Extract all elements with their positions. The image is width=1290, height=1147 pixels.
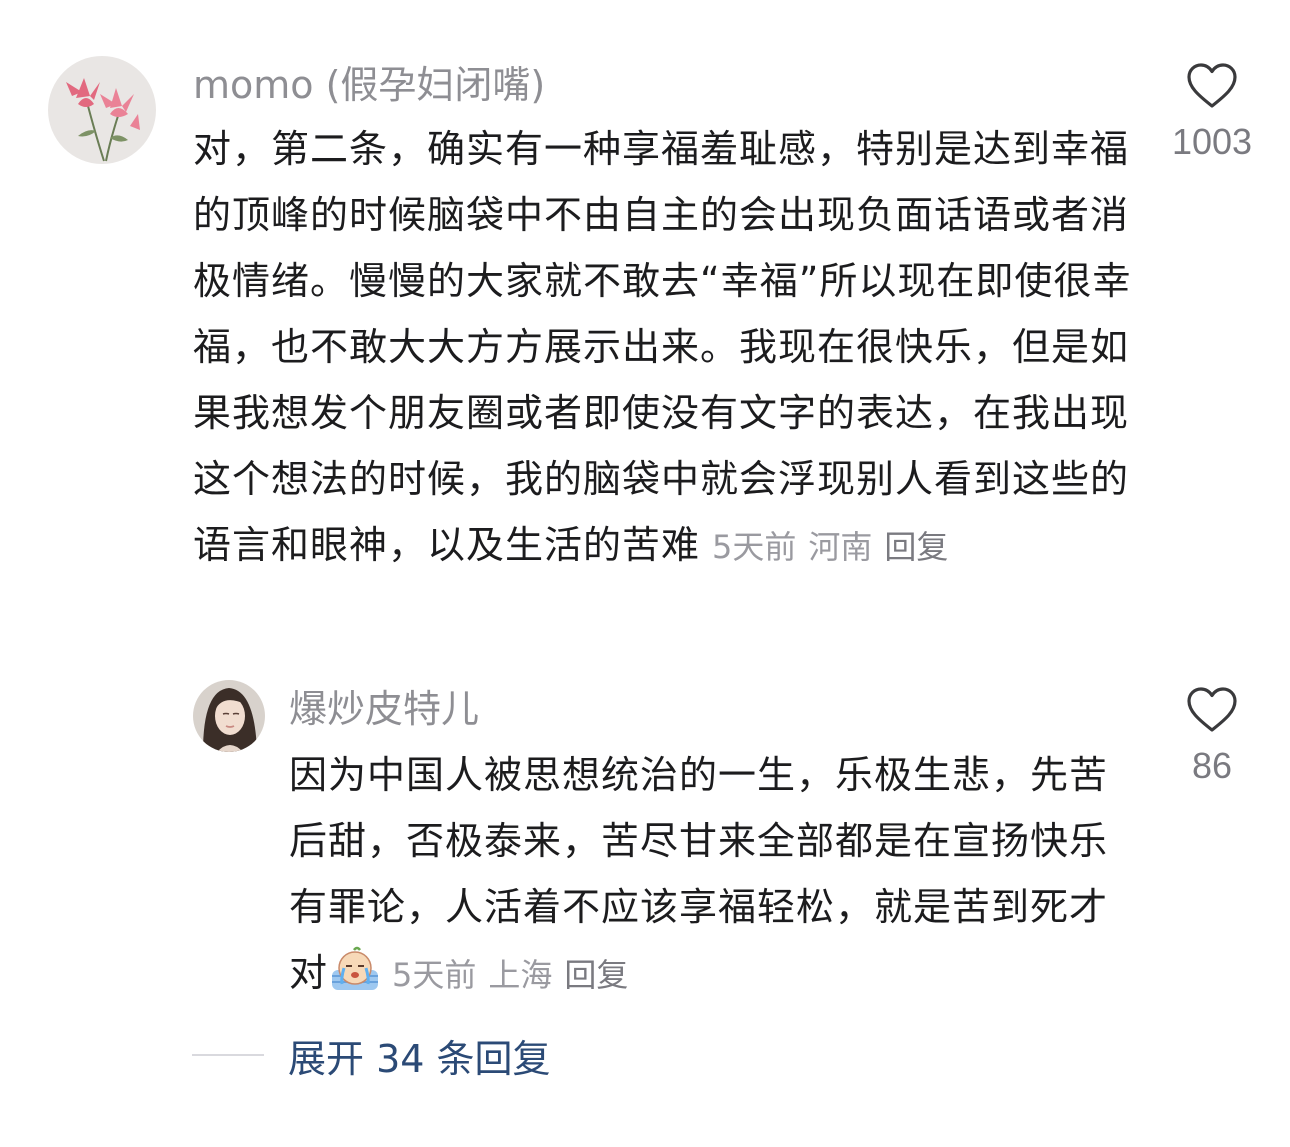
comment-username[interactable]: momo (假孕妇闭嘴)	[193, 62, 545, 108]
woman-portrait-avatar-icon	[193, 680, 265, 752]
reply-button[interactable]: 回复	[564, 956, 628, 994]
comment-location: 上海	[488, 956, 553, 994]
crying-face-emoji-icon	[332, 946, 379, 990]
comment-text-block: 对，第二条，确实有一种享福羞耻感，特别是达到幸福的顶峰的时候脑袋中不由自主的会出…	[193, 116, 1138, 580]
like-count: 86	[1191, 745, 1233, 786]
pink-lotus-flower-avatar-icon	[48, 56, 156, 164]
comment-text: 对，第二条，确实有一种享福羞耻感，特别是达到幸福的顶峰的时候脑袋中不由自主的会出…	[193, 127, 1132, 567]
reply-comment-item: 爆炒皮特儿 因为中国人被思想统治的一生，乐极生悲，先苦后甜，否极泰来，苦尽甘来全…	[0, 650, 1290, 1020]
like-group: 1003	[1157, 62, 1267, 164]
comment-username[interactable]: 爆炒皮特儿	[289, 686, 479, 732]
divider	[192, 1054, 264, 1056]
avatar[interactable]	[48, 56, 156, 164]
comment-time: 5天前	[712, 528, 797, 566]
heart-icon[interactable]	[1186, 686, 1238, 734]
comment-meta: 5天前 河南 回复	[712, 528, 960, 566]
like-group: 86	[1157, 686, 1267, 788]
expand-replies-button[interactable]: 展开 34 条回复	[288, 1028, 551, 1083]
heart-icon[interactable]	[1186, 62, 1238, 110]
comment-meta: 5天前 上海 回复	[392, 956, 640, 994]
avatar[interactable]	[193, 680, 265, 752]
comment-location: 河南	[808, 528, 873, 566]
expand-replies-row: 展开 34 条回复	[192, 1028, 551, 1083]
comment-item: momo (假孕妇闭嘴) 对，第二条，确实有一种享福羞耻感，特别是达到幸福的顶峰…	[0, 0, 1290, 650]
comment-time: 5天前	[392, 956, 477, 994]
reply-button[interactable]: 回复	[884, 528, 948, 566]
comment-text-block: 因为中国人被思想统治的一生，乐极生悲，先苦后甜，否极泰来，苦尽甘来全部都是在宣扬…	[289, 742, 1129, 1008]
like-count: 1003	[1171, 121, 1253, 162]
